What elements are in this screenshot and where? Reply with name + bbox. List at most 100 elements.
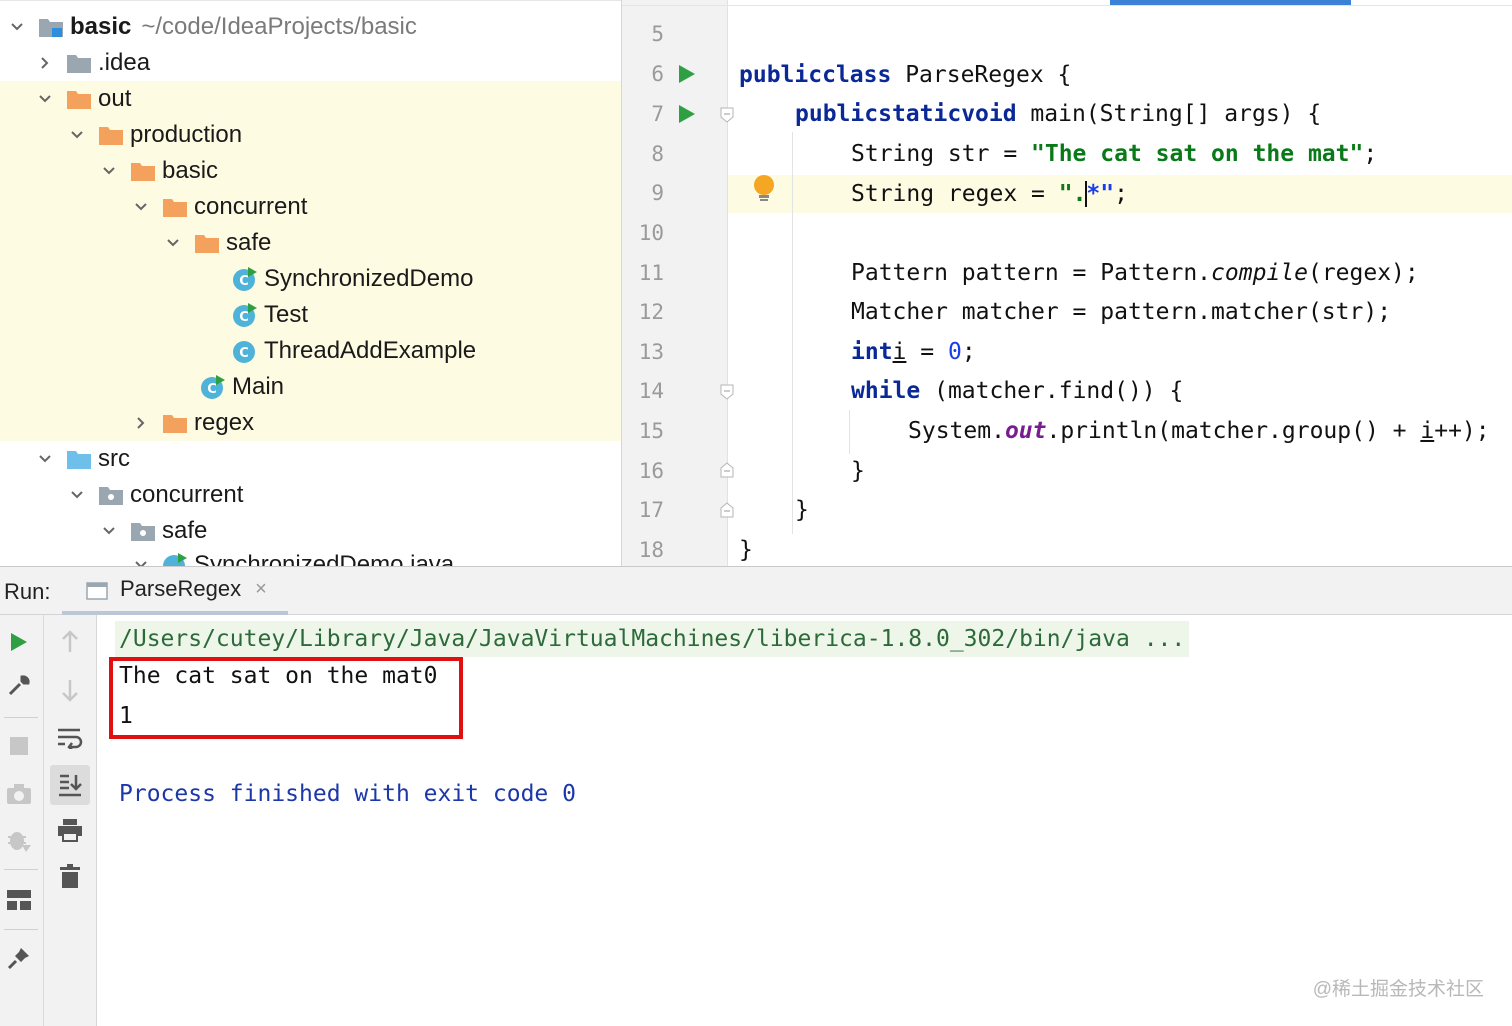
tree-item-label: concurrent [194, 193, 308, 220]
wrench-icon[interactable] [4, 671, 34, 701]
tree-item-test[interactable]: C Test [0, 297, 621, 333]
fold-marker-icon[interactable] [720, 384, 734, 400]
tree-item-label: out [98, 85, 132, 112]
number-literal: 0 [947, 339, 962, 365]
chevron-down-icon[interactable] [6, 16, 28, 38]
svg-text:C: C [239, 346, 249, 361]
tree-item-label: ThreadAddExample [264, 337, 477, 364]
chevron-down-icon[interactable] [66, 484, 88, 506]
line-number: 10 [638, 221, 664, 245]
tree-item-synchronizeddemo[interactable]: C SynchronizedDemo [0, 261, 621, 297]
layout-icon[interactable] [4, 885, 34, 915]
chevron-right-icon[interactable] [130, 412, 152, 434]
print-icon[interactable] [55, 815, 85, 845]
tree-item-production[interactable]: production [0, 117, 621, 153]
code-text: ++); [1434, 418, 1490, 444]
chevron-down-icon[interactable] [98, 160, 120, 182]
run-header: Run: ParseRegex × [0, 567, 1512, 615]
tree-item-safe[interactable]: safe [0, 225, 621, 261]
trash-icon[interactable] [55, 861, 85, 891]
variable: i [892, 339, 907, 365]
tree-item-label: .idea [98, 49, 151, 76]
source-folder-icon [66, 448, 92, 470]
line-number: 5 [651, 22, 664, 46]
method-name: compile [1211, 260, 1308, 286]
tree-item-main[interactable]: C Main [0, 369, 621, 405]
keyword: while [851, 378, 921, 404]
pin-icon[interactable] [4, 943, 34, 973]
chevron-down-icon[interactable] [130, 196, 152, 218]
tree-item-label: safe [162, 517, 208, 544]
tree-item-regex[interactable]: regex [0, 405, 621, 441]
scroll-to-end-icon[interactable] [50, 765, 90, 805]
tree-item-src-safe[interactable]: safe [0, 513, 621, 549]
tree-item-idea[interactable]: .idea [0, 45, 621, 81]
toolbar-separator [4, 717, 38, 718]
active-tab-indicator [1110, 0, 1351, 5]
console-output[interactable]: /Users/cutey/Library/Java/JavaVirtualMac… [97, 615, 1512, 1026]
tree-item-concurrent[interactable]: concurrent [0, 189, 621, 225]
tree-item-synchronizeddemo-java[interactable]: SynchronizedDemo.java [0, 547, 621, 566]
java-class-runnable-icon: C [200, 374, 226, 400]
red-highlight-box [109, 657, 463, 739]
line-number: 14 [638, 379, 664, 403]
fold-marker-icon[interactable] [720, 107, 734, 123]
java-class-runnable-icon: C [232, 266, 258, 292]
chevron-down-icon[interactable] [162, 232, 184, 254]
fold-end-icon[interactable] [720, 502, 734, 518]
code-line: } [851, 451, 865, 491]
tree-item-src[interactable]: src [0, 441, 621, 477]
code-text: .println(matcher.group() + [1046, 418, 1421, 444]
application-icon [86, 580, 108, 600]
lightbulb-icon[interactable] [752, 174, 776, 204]
fold-end-icon[interactable] [720, 462, 734, 478]
code-text: ParseRegex { [891, 62, 1072, 88]
run-toolbar-primary [0, 615, 44, 1026]
watermark-text: @稀土掘金技术社区 [1312, 979, 1484, 1000]
soft-wrap-icon[interactable] [55, 723, 85, 753]
tree-item-label: production [130, 121, 243, 148]
stop-button[interactable] [4, 731, 34, 761]
excluded-folder-icon [194, 232, 220, 254]
close-icon[interactable]: × [255, 578, 267, 601]
chevron-down-icon[interactable] [98, 520, 120, 542]
arrow-down-icon[interactable] [55, 675, 85, 705]
tree-item-src-concurrent[interactable]: concurrent [0, 477, 621, 513]
tree-item-basic[interactable]: basic [0, 153, 621, 189]
tree-item-root[interactable]: basic ~/code/IdeaProjects/basic [0, 9, 621, 45]
code-line: Pattern pattern = Pattern. compile (regex)… [851, 253, 1419, 293]
line-number: 7 [651, 102, 664, 126]
tree-item-threadaddexample[interactable]: C ThreadAddExample [0, 333, 621, 369]
module-folder-icon [38, 16, 64, 38]
tab-parseregex[interactable]: ParseRegex × [62, 567, 288, 615]
chevron-down-icon[interactable] [34, 88, 56, 110]
chevron-right-icon[interactable] [34, 52, 56, 74]
code-text: System. [908, 418, 1005, 444]
chevron-down-icon[interactable] [34, 448, 56, 470]
process-finished-message: Process finished with exit code 0 [119, 781, 576, 807]
tab-label: ParseRegex [120, 576, 242, 601]
debug-bug-icon[interactable] [4, 825, 34, 855]
keyword: public [739, 62, 823, 88]
tree-item-label: basic [162, 157, 219, 184]
code-text: main(String[] args) { [1016, 101, 1322, 127]
code-editor[interactable]: 5 6 7 8 9 10 11 12 13 14 15 16 17 18 pub… [621, 0, 1512, 566]
run-main-icon[interactable] [678, 104, 696, 124]
code-line: } [739, 530, 753, 566]
rerun-button[interactable] [4, 627, 34, 657]
line-number: 15 [638, 419, 664, 443]
run-class-icon[interactable] [678, 64, 696, 84]
tree-item-label: src [98, 445, 130, 472]
chevron-down-icon[interactable] [130, 554, 152, 566]
chevron-down-icon[interactable] [66, 124, 88, 146]
tree-item-label: SynchronizedDemo.java [194, 551, 455, 566]
excluded-folder-icon [66, 88, 92, 110]
tree-item-out[interactable]: out [0, 81, 621, 117]
toolbar-separator [4, 869, 38, 870]
line-number: 17 [638, 498, 664, 522]
camera-icon[interactable] [4, 779, 34, 809]
console-command-line: /Users/cutey/Library/Java/JavaVirtualMac… [115, 621, 1190, 657]
code-line: while (matcher.find()) { [851, 371, 1183, 411]
arrow-up-icon[interactable] [55, 627, 85, 657]
folder-icon [66, 52, 92, 74]
